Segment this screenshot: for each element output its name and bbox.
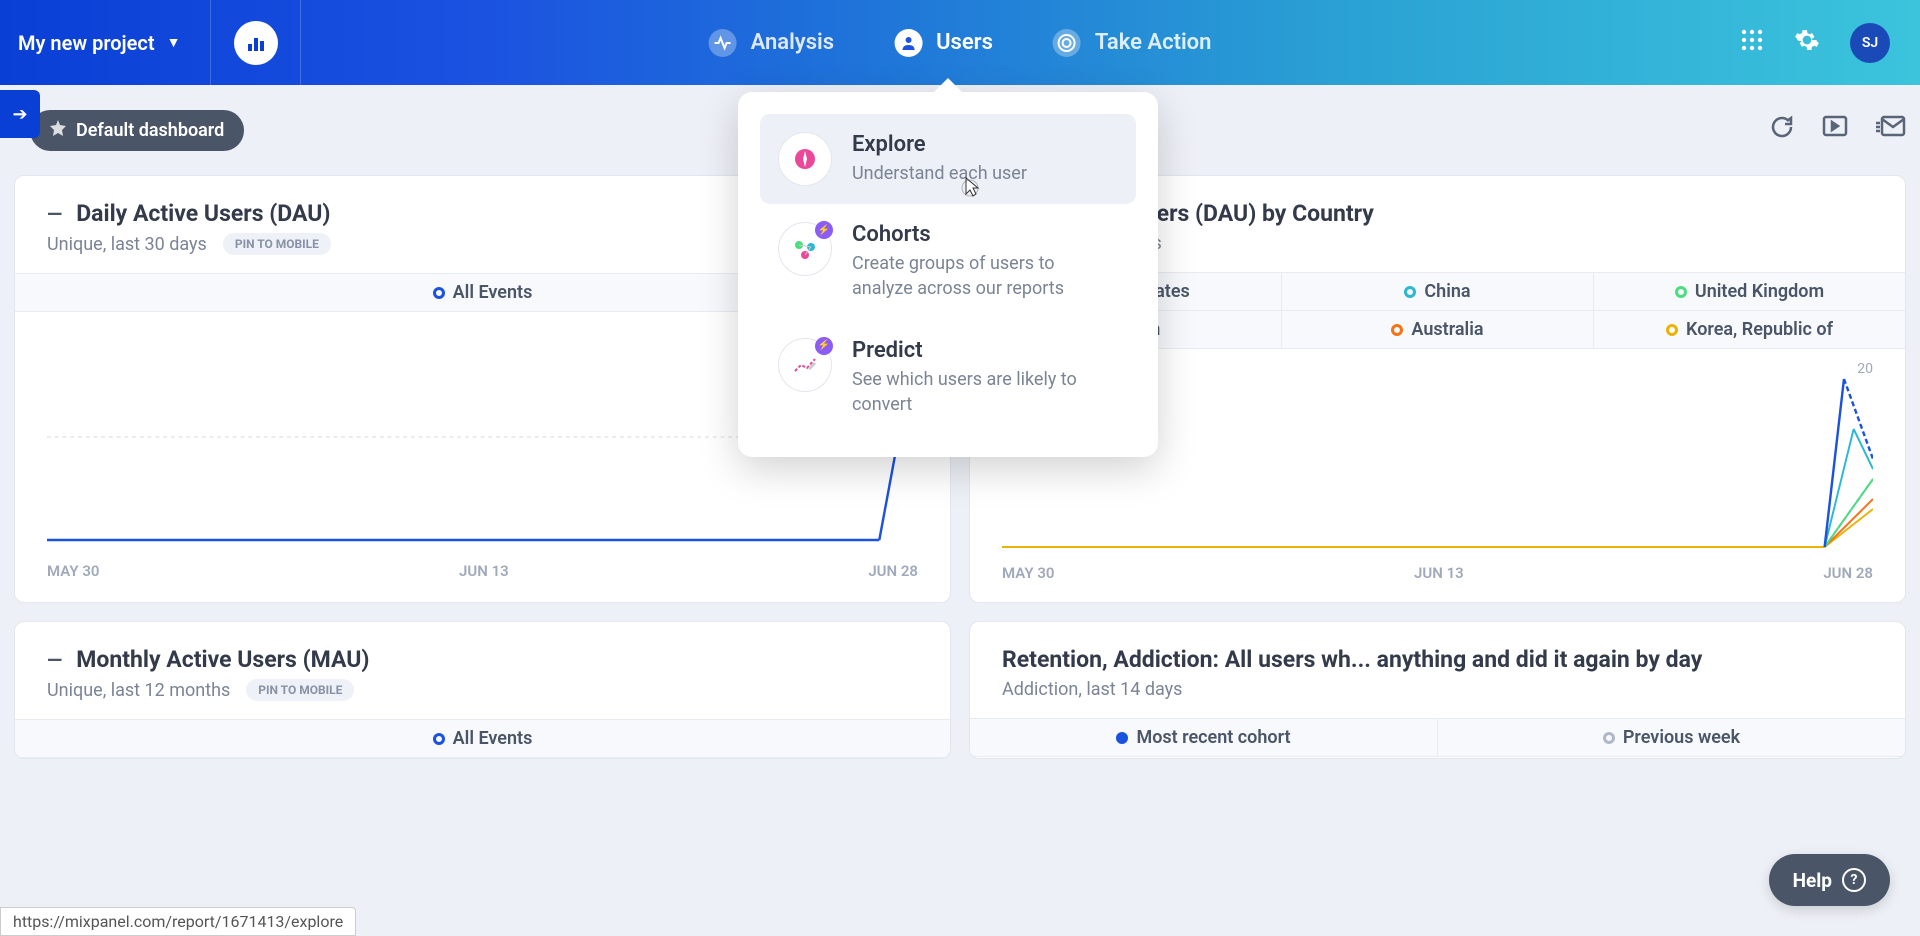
main-nav: Analysis Users Take Action bbox=[709, 29, 1212, 57]
legend-dot-icon bbox=[1666, 324, 1678, 336]
presentation-icon[interactable] bbox=[1822, 115, 1848, 145]
legend-item[interactable]: Australia bbox=[1282, 311, 1594, 348]
legend-label: All Events bbox=[453, 728, 533, 749]
dashboard-actions bbox=[1770, 115, 1906, 145]
axis-label: JUN 13 bbox=[459, 562, 509, 580]
legend-item[interactable]: Most recent cohort bbox=[970, 719, 1438, 756]
collapse-icon[interactable]: — bbox=[47, 648, 62, 672]
lightning-badge-icon: ⚡ bbox=[815, 337, 833, 355]
legend-item[interactable]: Previous week bbox=[1438, 719, 1905, 756]
legend-dot-icon bbox=[1116, 732, 1128, 744]
pin-to-mobile-badge[interactable]: PIN TO MOBILE bbox=[223, 233, 331, 255]
card-title[interactable]: Monthly Active Users (MAU) bbox=[76, 646, 369, 673]
card-mau: — Monthly Active Users (MAU) Unique, las… bbox=[14, 621, 951, 759]
menu-item-cohorts[interactable]: ⚡ Cohorts Create groups of users to anal… bbox=[760, 204, 1136, 319]
menu-item-explore[interactable]: Explore Understand each user bbox=[760, 114, 1136, 204]
menu-item-title: Cohorts bbox=[852, 222, 1118, 247]
legend-label: Most recent cohort bbox=[1136, 727, 1290, 748]
card-retention: Retention, Addiction: All users wh... an… bbox=[969, 621, 1906, 759]
arrow-right-icon: ➔ bbox=[12, 104, 27, 125]
nav-tab-take-action[interactable]: Take Action bbox=[1053, 29, 1212, 57]
menu-item-title: Predict bbox=[852, 338, 1118, 363]
dashboard-label: Default dashboard bbox=[76, 120, 224, 141]
help-button[interactable]: Help ? bbox=[1769, 854, 1890, 906]
axis-label: MAY 30 bbox=[47, 562, 99, 580]
axis-label: JUN 28 bbox=[868, 562, 918, 580]
sidebar-expand-button[interactable]: ➔ bbox=[0, 90, 40, 138]
pin-icon bbox=[50, 120, 66, 141]
app-switcher[interactable] bbox=[211, 0, 301, 85]
legend-item[interactable]: All Events bbox=[15, 720, 950, 757]
target-icon bbox=[1053, 29, 1081, 57]
card-subtitle: Unique, last 30 days bbox=[47, 234, 207, 255]
chevron-down-icon: ▼ bbox=[167, 34, 181, 51]
refresh-icon[interactable] bbox=[1770, 115, 1794, 145]
x-axis: MAY 30 JUN 13 JUN 28 bbox=[970, 564, 1905, 602]
legend-dot-icon bbox=[433, 733, 445, 745]
legend-row: All Events bbox=[15, 719, 950, 758]
header-actions: SJ bbox=[1740, 23, 1920, 63]
dropdown-pointer bbox=[934, 78, 962, 92]
trend-icon: ⚡ bbox=[778, 338, 832, 392]
help-label: Help bbox=[1793, 869, 1832, 892]
legend-item[interactable]: Korea, Republic of bbox=[1594, 311, 1905, 348]
gear-icon[interactable] bbox=[1794, 27, 1820, 59]
menu-item-desc: Create groups of users to analyze across… bbox=[852, 251, 1118, 301]
question-icon: ? bbox=[1842, 868, 1866, 892]
legend-dot-icon bbox=[433, 287, 445, 299]
lightning-badge-icon: ⚡ bbox=[815, 221, 833, 239]
legend-item[interactable]: China bbox=[1282, 273, 1594, 310]
nav-label: Users bbox=[936, 30, 993, 55]
nav-label: Analysis bbox=[751, 30, 835, 55]
axis-label: JUN 28 bbox=[1823, 564, 1873, 582]
users-dropdown-menu: Explore Understand each user ⚡ Cohorts C… bbox=[738, 92, 1158, 457]
card-title[interactable]: Retention, Addiction: All users wh... an… bbox=[1002, 646, 1702, 673]
nodes-icon: ⚡ bbox=[778, 222, 832, 276]
menu-item-predict[interactable]: ⚡ Predict See which users are likely to … bbox=[760, 320, 1136, 435]
bar-chart-icon bbox=[234, 21, 278, 65]
axis-label: JUN 13 bbox=[1414, 564, 1464, 582]
menu-item-title: Explore bbox=[852, 132, 1118, 157]
status-bar-url: https://mixpanel.com/report/1671413/expl… bbox=[0, 907, 356, 936]
user-icon bbox=[894, 29, 922, 57]
collapse-icon[interactable]: — bbox=[47, 202, 62, 226]
nav-tab-analysis[interactable]: Analysis bbox=[709, 29, 835, 57]
pin-to-mobile-badge[interactable]: PIN TO MOBILE bbox=[246, 679, 354, 701]
card-title[interactable]: Daily Active Users (DAU) bbox=[76, 200, 330, 227]
user-avatar[interactable]: SJ bbox=[1850, 23, 1890, 63]
legend-label: United Kingdom bbox=[1695, 281, 1824, 302]
project-name: My new project bbox=[18, 31, 155, 55]
apps-grid-icon[interactable] bbox=[1740, 28, 1764, 58]
compass-icon bbox=[778, 132, 832, 186]
menu-item-desc: See which users are likely to convert bbox=[852, 367, 1118, 417]
nav-tab-users[interactable]: Users bbox=[894, 29, 993, 57]
y-axis-label: 20 bbox=[1857, 361, 1873, 377]
legend-label: All Events bbox=[453, 282, 533, 303]
axis-label: MAY 30 bbox=[1002, 564, 1054, 582]
email-icon[interactable] bbox=[1876, 115, 1906, 145]
legend-dot-icon bbox=[1391, 324, 1403, 336]
legend-dot-icon bbox=[1404, 286, 1416, 298]
top-header: My new project ▼ Analysis Users Take Act… bbox=[0, 0, 1920, 85]
legend-label: Korea, Republic of bbox=[1686, 319, 1833, 340]
default-dashboard-button[interactable]: Default dashboard bbox=[30, 110, 244, 151]
legend-item[interactable]: United Kingdom bbox=[1594, 273, 1905, 310]
pulse-icon bbox=[709, 29, 737, 57]
card-subtitle: Unique, last 12 months bbox=[47, 680, 230, 701]
project-selector[interactable]: My new project ▼ bbox=[0, 0, 211, 85]
legend-label: Previous week bbox=[1623, 727, 1740, 748]
legend-dot-icon bbox=[1603, 732, 1615, 744]
nav-label: Take Action bbox=[1095, 30, 1212, 55]
menu-item-desc: Understand each user bbox=[852, 161, 1118, 186]
legend-label: China bbox=[1424, 281, 1470, 302]
card-subtitle: Addiction, last 14 days bbox=[1002, 679, 1182, 700]
legend-label: Australia bbox=[1411, 319, 1483, 340]
x-axis: MAY 30 JUN 13 JUN 28 bbox=[15, 562, 950, 600]
legend-row: Most recent cohort Previous week bbox=[970, 718, 1905, 757]
legend-dot-icon bbox=[1675, 286, 1687, 298]
